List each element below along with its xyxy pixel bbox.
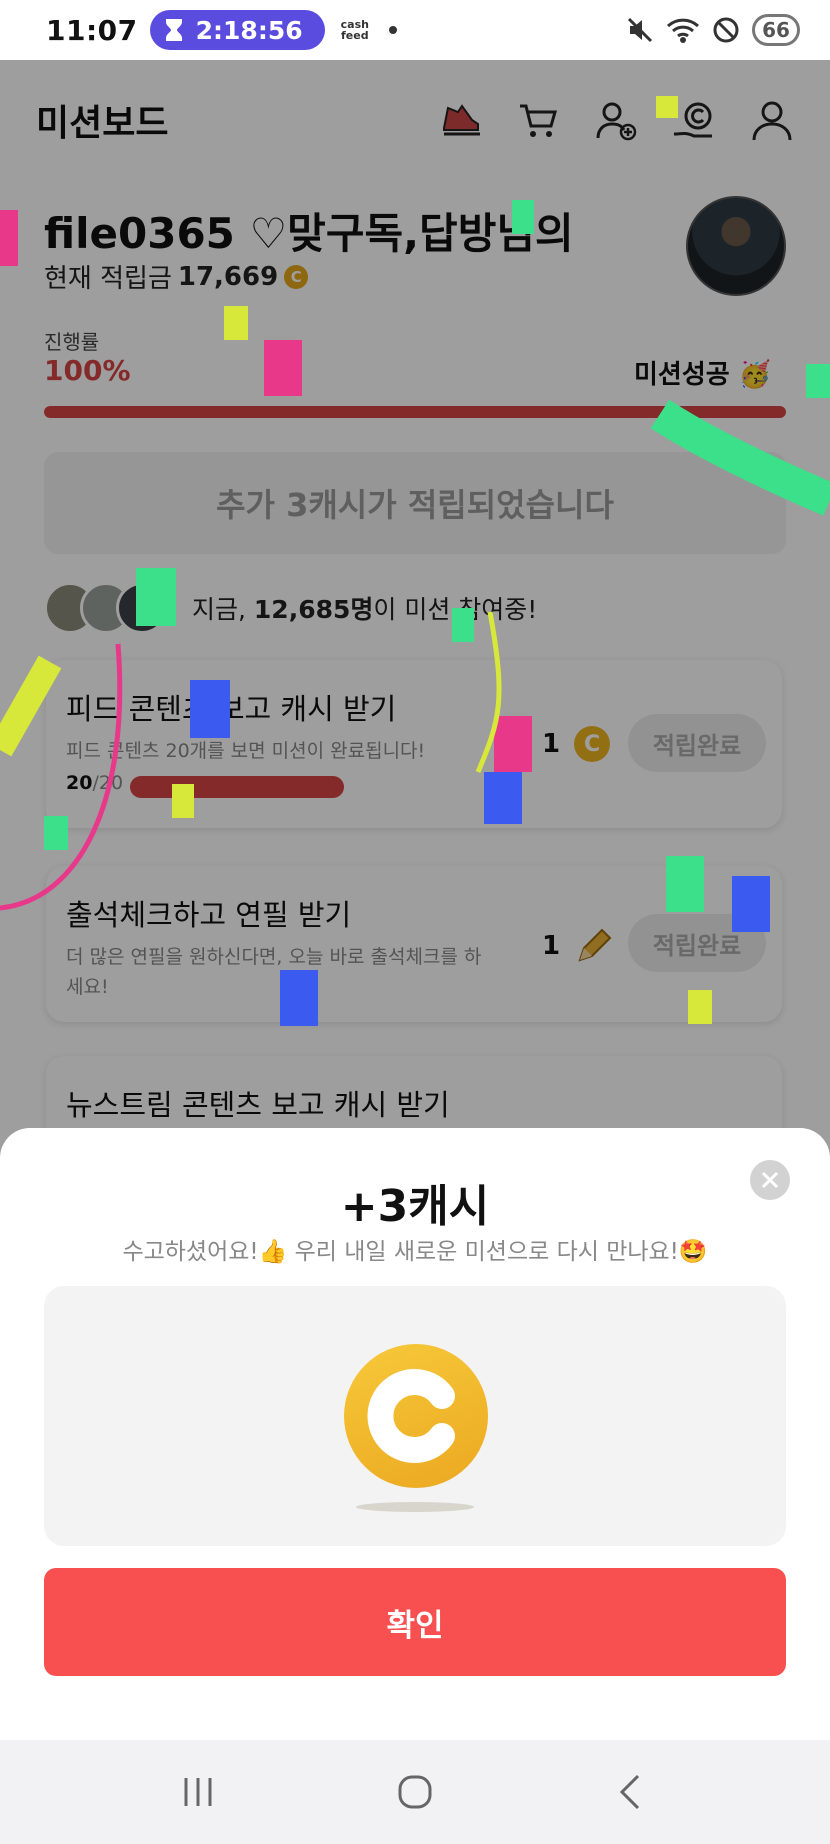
coin-illustration <box>44 1286 786 1546</box>
coin-shadow <box>356 1502 474 1512</box>
home-button[interactable] <box>385 1762 445 1822</box>
reward-bottom-sheet: +3캐시 수고하셨어요!👍 우리 내일 새로운 미션으로 다시 만나요!🤩 확인 <box>0 1128 830 1740</box>
recent-apps-button[interactable] <box>168 1762 228 1822</box>
do-not-disturb-icon <box>713 17 739 43</box>
hourglass-icon <box>165 19 182 41</box>
sheet-title: +3캐시 <box>340 1181 490 1232</box>
wifi-icon <box>666 18 700 43</box>
home-icon <box>398 1775 432 1809</box>
recent-apps-icon <box>184 1778 212 1806</box>
big-coin-icon <box>344 1344 488 1488</box>
close-button[interactable] <box>750 1160 790 1200</box>
focus-timer-badge[interactable]: 2:18:56 <box>149 10 325 50</box>
timer-text: 2:18:56 <box>195 15 303 45</box>
notification-dot <box>388 26 397 34</box>
mute-icon <box>627 17 653 43</box>
clock: 11:07 <box>46 13 138 47</box>
cashfeed-notification-icon: cash feed <box>340 18 369 42</box>
screen: 11:07 2:18:56 cash feed 66 미션보드 file0365… <box>0 0 830 1844</box>
sheet-subtitle: 수고하셨어요!👍 우리 내일 새로운 미션으로 다시 만나요!🤩 <box>122 1239 708 1265</box>
back-icon <box>619 1774 639 1810</box>
back-button[interactable] <box>602 1762 662 1822</box>
confirm-button[interactable]: 확인 <box>44 1568 786 1676</box>
close-icon <box>761 1171 779 1189</box>
status-bar: 11:07 2:18:56 cash feed 66 <box>0 0 830 60</box>
battery-icon: 66 <box>752 14 800 46</box>
system-nav-bar <box>0 1740 830 1844</box>
